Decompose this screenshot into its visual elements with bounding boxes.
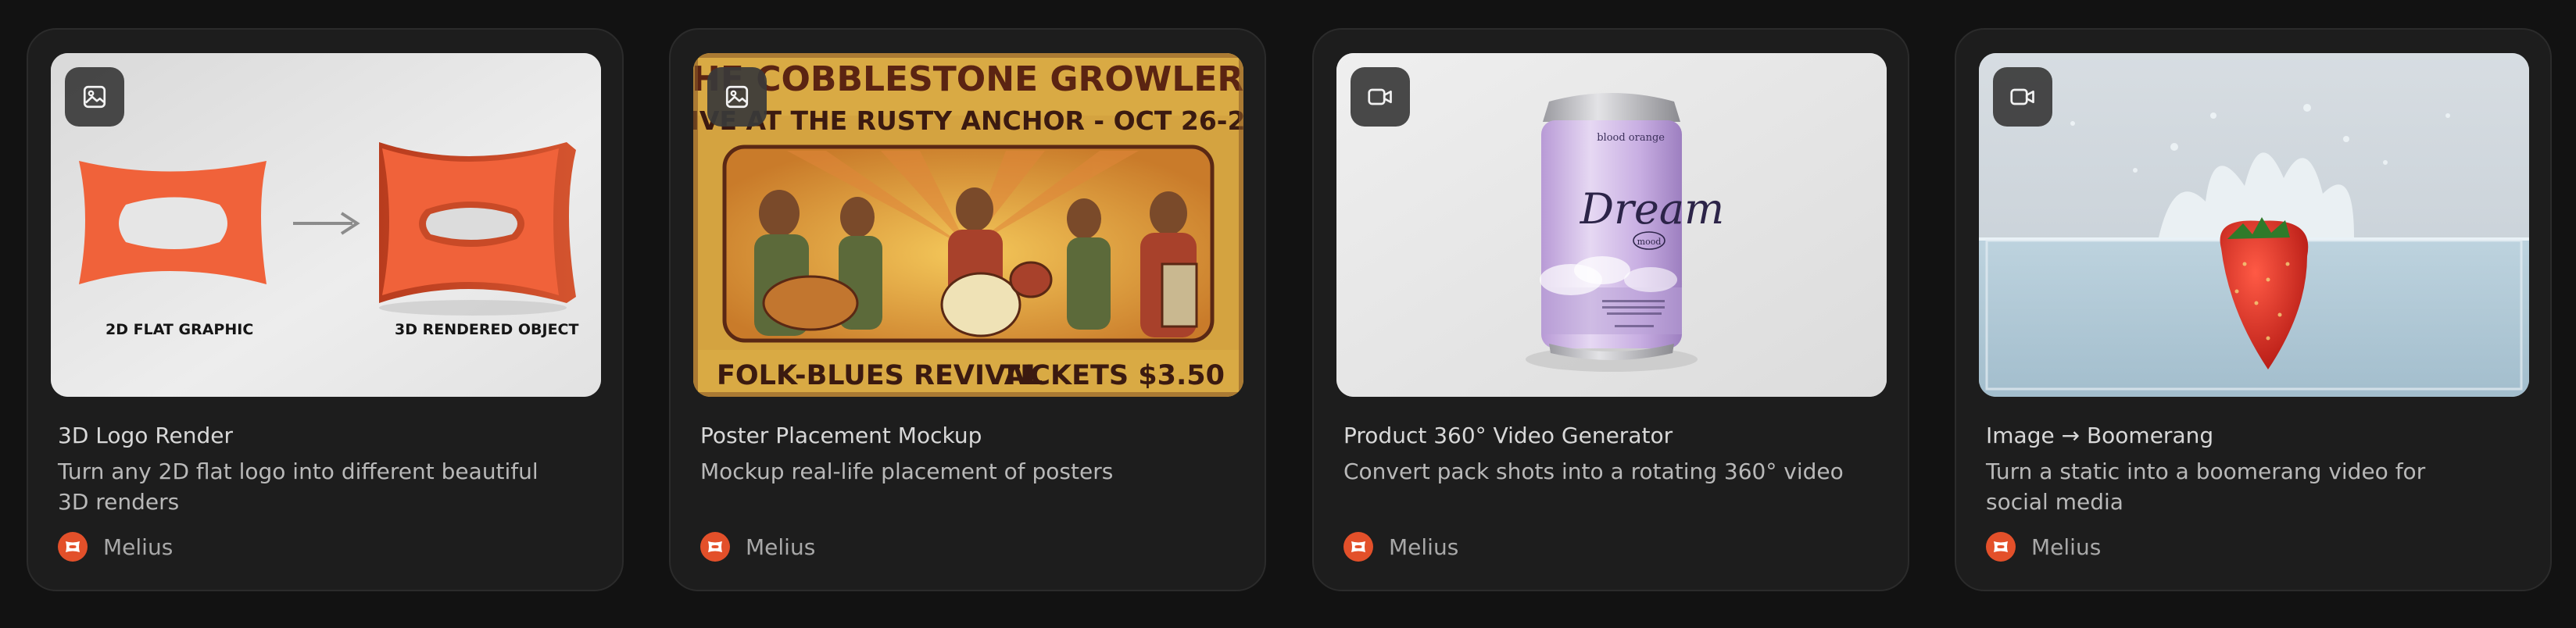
- can-flavor: blood orange: [1597, 132, 1665, 144]
- card-description: Turn any 2D flat logo into different bea…: [58, 459, 538, 515]
- card-description: Convert pack shots into a rotating 360° …: [1343, 459, 1844, 484]
- card-title: Product 360° Video Generator: [1343, 423, 1673, 448]
- poster-headline: THE COBBLESTONE GROWLERS: [693, 59, 1243, 99]
- card-author[interactable]: Melius: [1986, 531, 2101, 562]
- video-icon: [2010, 88, 2034, 105]
- author-name: Melius: [1389, 533, 1459, 560]
- media-type-badge: [1993, 67, 2052, 127]
- card-thumbnail[interactable]: 2D FLAT GRAPHIC 3D RENDERED OBJECT: [51, 53, 601, 397]
- media-type-badge: [65, 67, 124, 127]
- card-author[interactable]: Melius: [700, 531, 815, 562]
- workflow-card-image-to-boomerang[interactable]: Image → Boomerang Turn a static into a b…: [1955, 28, 2552, 591]
- beverage-can-illustration: blood orange Dream mood: [1336, 53, 1887, 397]
- video-icon: [1368, 88, 1392, 105]
- concert-poster-illustration: THE COBBLESTONE GROWLERS LIVE AT THE RUS…: [693, 53, 1243, 397]
- left-caption: 2D FLAT GRAPHIC: [106, 321, 253, 338]
- workflow-card-3d-logo-render[interactable]: 2D FLAT GRAPHIC 3D RENDERED OBJECT 3D Lo…: [27, 28, 624, 591]
- author-name: Melius: [746, 533, 816, 560]
- author-avatar: [700, 532, 730, 562]
- image-icon: [725, 85, 749, 109]
- card-title: 3D Logo Render: [58, 423, 233, 448]
- melius-logo-icon: [1351, 541, 1365, 552]
- image-icon: [83, 85, 106, 109]
- media-type-badge: [1351, 67, 1410, 127]
- card-title: Poster Placement Mockup: [700, 423, 982, 448]
- poster-footer-left: FOLK-BLUES REVIVAL: [717, 360, 1043, 391]
- card-author[interactable]: Melius: [1343, 531, 1458, 562]
- melius-logo-icon: [708, 541, 722, 552]
- author-name: Melius: [2031, 533, 2102, 560]
- workflow-card-poster-placement[interactable]: THE COBBLESTONE GROWLERS LIVE AT THE RUS…: [669, 28, 1266, 591]
- workflow-card-product-360-video[interactable]: blood orange Dream mood Product 360° Vid…: [1312, 28, 1909, 591]
- author-avatar: [58, 532, 88, 562]
- card-author[interactable]: Melius: [58, 531, 173, 562]
- card-thumbnail[interactable]: blood orange Dream mood: [1336, 53, 1887, 397]
- media-type-badge: [707, 67, 767, 127]
- author-name: Melius: [103, 533, 174, 560]
- card-description: Turn a static into a boomerang video for…: [1986, 459, 2426, 515]
- melius-logo-icon: [66, 541, 80, 552]
- right-caption: 3D RENDERED OBJECT: [395, 321, 578, 338]
- workflow-card-row: 2D FLAT GRAPHIC 3D RENDERED OBJECT 3D Lo…: [27, 28, 2552, 594]
- card-thumbnail[interactable]: [1979, 53, 2529, 397]
- card-title: Image → Boomerang: [1986, 423, 2214, 448]
- card-thumbnail[interactable]: THE COBBLESTONE GROWLERS LIVE AT THE RUS…: [693, 53, 1243, 397]
- author-avatar: [1986, 532, 2016, 562]
- strawberry-splash-illustration: [1979, 53, 2529, 397]
- can-badge: mood: [1637, 237, 1662, 247]
- author-avatar: [1343, 532, 1373, 562]
- can-brand: Dream: [1580, 184, 1724, 234]
- card-description: Mockup real-life placement of posters: [700, 459, 1114, 484]
- poster-subline: LIVE AT THE RUSTY ANCHOR - OCT 26-28: [693, 105, 1243, 136]
- 3d-logo-render-illustration: 2D FLAT GRAPHIC 3D RENDERED OBJECT: [51, 53, 601, 397]
- poster-footer-right: TICKETS $3.50: [1001, 360, 1225, 391]
- melius-logo-icon: [1994, 541, 2008, 552]
